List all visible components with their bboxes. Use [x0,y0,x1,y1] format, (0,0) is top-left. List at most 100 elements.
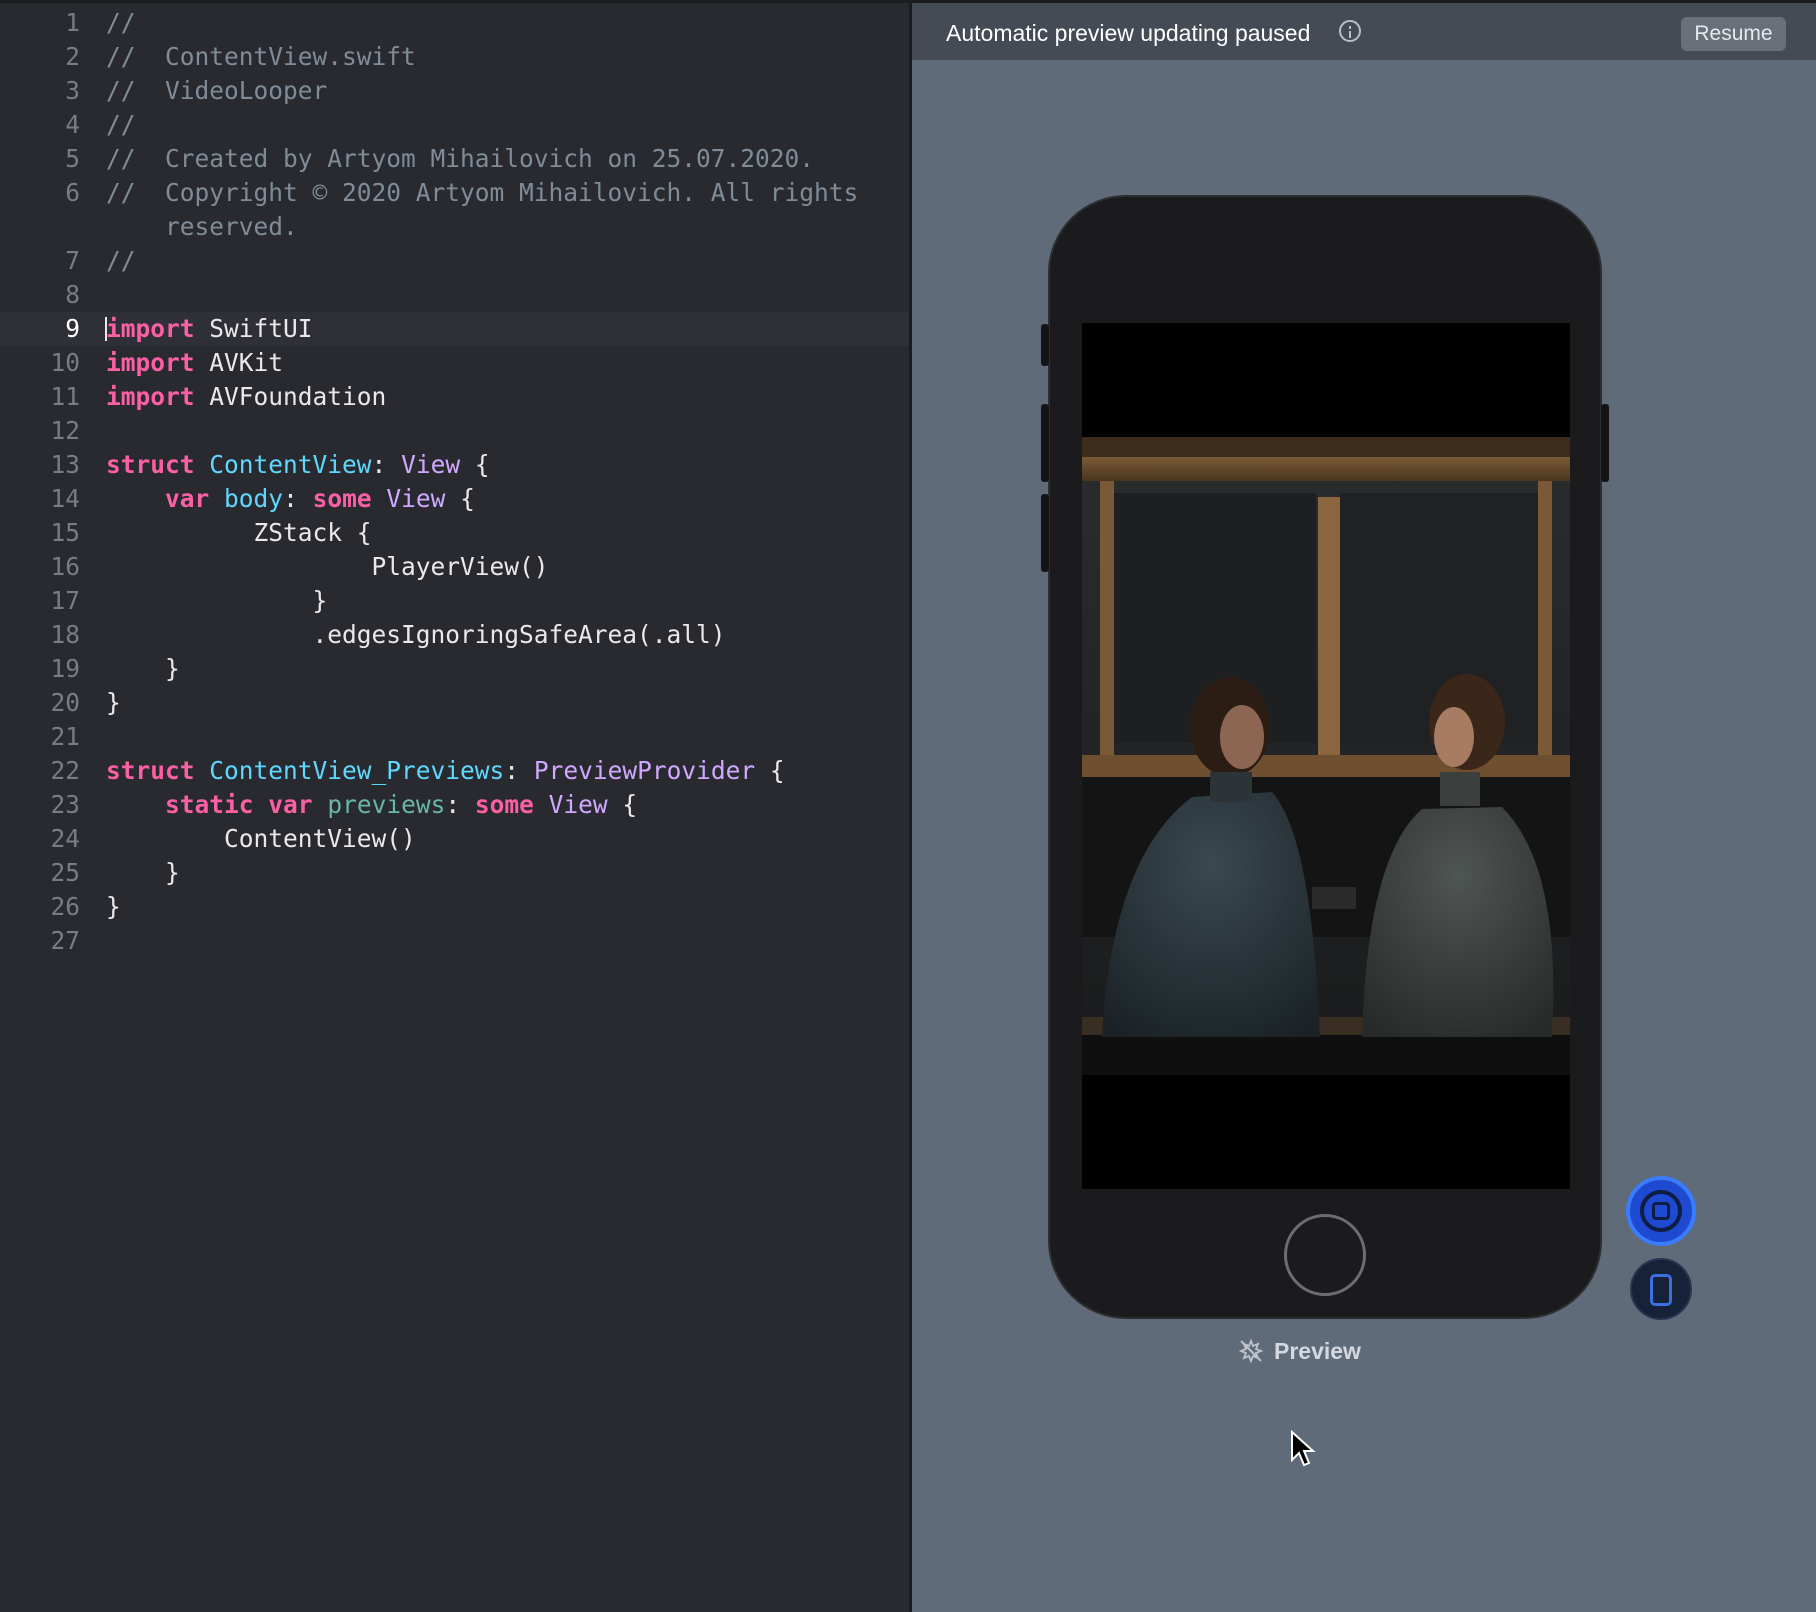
line-code[interactable]: ZStack { [106,516,909,550]
live-preview-button[interactable] [1626,1176,1696,1246]
line-code[interactable]: // [106,6,909,40]
preview-canvas[interactable]: Automatic preview updating paused Resume [912,0,1816,1612]
line-code[interactable]: } [106,890,909,924]
code-line[interactable]: 1 // [0,6,909,40]
code-token: struct [106,450,195,479]
code-token: // [106,246,136,275]
code-line[interactable]: 6 // Copyright © 2020 Artyom Mihailovich.… [0,176,909,244]
code-line[interactable]: 18 .edgesIgnoringSafeArea(.all) [0,618,909,652]
code-token: import [106,314,195,343]
code-line[interactable]: 14 var body: some View { [0,482,909,516]
code-line[interactable]: 11 import AVFoundation [0,380,909,414]
line-code[interactable]: } [106,652,909,686]
mouse-pointer-icon [1291,1430,1316,1467]
line-code[interactable]: // Copyright © 2020 Artyom Mihailovich. … [106,176,909,244]
line-number: 6 [65,178,80,207]
code-line[interactable]: 4 // [0,108,909,142]
code-token: static [165,790,254,819]
code-token: { [445,484,475,513]
code-line[interactable]: 10 import AVKit [0,346,909,380]
line-code[interactable]: } [106,856,909,890]
line-code[interactable]: struct ContentView: View { [106,448,909,482]
code-editor[interactable]: 1 // 2 // ContentView.swift 3 // VideoLooper 4… [0,0,912,1612]
code-line[interactable]: 5 // Created by Artyom Mihailovich on 25.… [0,142,909,176]
line-code[interactable]: // Created by Artyom Mihailovich on 25.0… [106,142,909,176]
line-code[interactable]: static var previews: some View { [106,788,909,822]
code-line[interactable]: 22 struct ContentView_Previews: PreviewPr… [0,754,909,788]
text-cursor [105,317,107,341]
code-token: { [755,756,785,785]
code-line[interactable]: 15 ZStack { [0,516,909,550]
code-token: .edgesIgnoringSafeArea(.all) [106,620,726,649]
code-token: // ContentView.swift [106,42,416,71]
code-line[interactable]: 12 [0,414,909,448]
code-line[interactable]: 20} [0,686,909,720]
code-line[interactable]: 2 // ContentView.swift [0,40,909,74]
line-number: 15 [50,518,80,547]
code-token: AVKit [194,348,284,377]
info-icon[interactable] [1339,20,1361,42]
line-code[interactable]: struct ContentView_Previews: PreviewProv… [106,754,909,788]
line-code[interactable]: import AVKit [106,346,909,380]
line-code[interactable]: ContentView() [106,822,909,856]
line-number: 22 [50,756,80,785]
volume-up-button [1041,404,1049,482]
line-code[interactable]: // [106,108,909,142]
line-code[interactable]: // VideoLooper [106,74,909,108]
code-token: ZStack { [106,518,372,547]
code-line[interactable]: 17 } [0,584,909,618]
video-frame [1082,437,1570,1075]
line-code[interactable]: .edgesIgnoringSafeArea(.all) [106,618,909,652]
resume-button[interactable]: Resume [1681,17,1786,51]
code-line[interactable]: 3 // VideoLooper [0,74,909,108]
code-line[interactable]: 13 struct ContentView: View { [0,448,909,482]
code-token: var [268,790,313,819]
line-code[interactable]: } [106,686,909,720]
home-button[interactable] [1284,1214,1366,1296]
preview-label[interactable]: Preview [1238,1336,1361,1366]
code-line[interactable]: 19 } [0,652,909,686]
code-token: View [401,450,461,479]
code-token: // Created by Artyom Mihailovich on 25.0… [106,144,815,173]
code-line[interactable]: 9 import SwiftUI [0,312,909,346]
code-line[interactable]: 25 } [0,856,909,890]
code-lines[interactable]: 1 // 2 // ContentView.swift 3 // VideoLooper 4… [0,6,909,958]
line-code[interactable]: import AVFoundation [106,380,909,414]
device-settings-button[interactable] [1630,1258,1692,1320]
line-number: 10 [50,348,80,377]
preview-status-text: Automatic preview updating paused [946,20,1311,46]
code-line[interactable]: 24 ContentView() [0,822,909,856]
line-code[interactable]: // [106,244,909,278]
code-line[interactable]: 7 // [0,244,909,278]
line-code[interactable]: } [106,584,909,618]
device-screen[interactable] [1082,323,1570,1189]
code-line[interactable]: 26} [0,890,909,924]
line-number: 4 [65,110,80,139]
line-number: 7 [65,246,80,275]
code-token: var [165,484,210,513]
code-line[interactable]: 23 static var previews: some View { [0,788,909,822]
code-token: { [607,790,638,819]
line-code[interactable]: PlayerView() [106,550,909,584]
code-token: ContentView_Previews [209,756,505,785]
line-code[interactable]: // ContentView.swift [106,40,909,74]
mute-switch [1041,324,1049,366]
line-number: 19 [50,654,80,683]
code-line[interactable]: 27 [0,924,909,958]
code-token: import [106,382,195,411]
line-number: 12 [50,416,80,445]
line-code[interactable]: import SwiftUI [106,312,909,346]
code-token: // [106,8,136,37]
code-line[interactable]: 21 [0,720,909,754]
line-code[interactable]: var body: some View { [106,482,909,516]
line-number: 21 [50,722,80,751]
code-token: SwiftUI [194,314,313,343]
code-line[interactable]: 16 PlayerView() [0,550,909,584]
code-line[interactable]: 8 [0,278,909,312]
code-token: PlayerView() [106,552,549,581]
